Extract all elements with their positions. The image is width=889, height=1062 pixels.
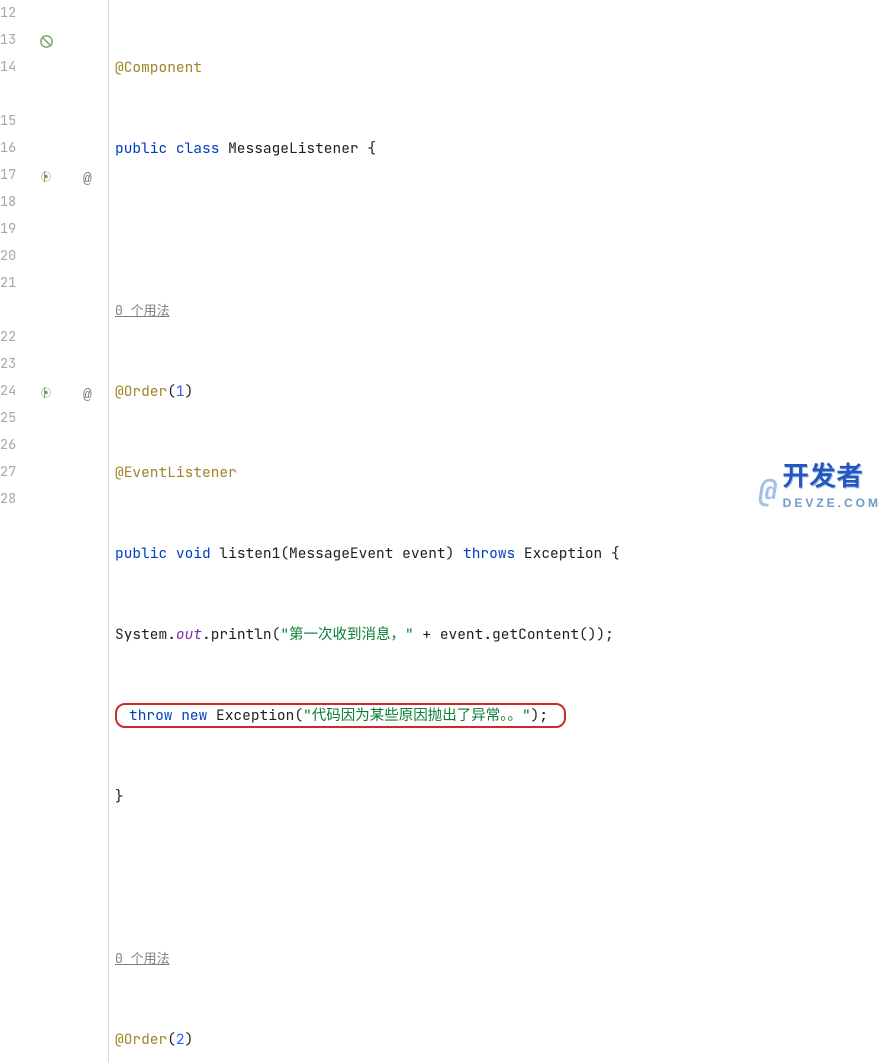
- line-number: 26: [0, 432, 29, 459]
- line-number: 25: [0, 405, 29, 432]
- code-line-20[interactable]: }: [115, 783, 889, 810]
- code-line-15[interactable]: @Order(1): [115, 378, 889, 405]
- watermark: @ 开发者 DEVZE.COM: [759, 463, 881, 517]
- line-number: 28: [0, 486, 29, 513]
- line-number: 18: [0, 189, 29, 216]
- code-line-12[interactable]: @Component: [115, 54, 889, 81]
- usage-hint[interactable]: 0 个用法: [115, 945, 889, 972]
- line-number: [0, 81, 29, 108]
- code-line-13[interactable]: public class MessageListener {: [115, 135, 889, 162]
- svg-text:⦿: ⦿: [40, 386, 50, 400]
- code-line-21[interactable]: [115, 864, 889, 891]
- code-line-22[interactable]: @Order(2): [115, 1026, 889, 1053]
- watermark-at-icon: @: [759, 477, 777, 504]
- line-number: 23: [0, 351, 29, 378]
- error-highlight-box: throw new Exception("代码因为某些原因抛出了异常。。");: [115, 703, 566, 728]
- listener-icon[interactable]: ⦿: [37, 383, 55, 401]
- usage-hint[interactable]: 0 个用法: [115, 297, 889, 324]
- code-line-17[interactable]: public void listen1(MessageEvent event) …: [115, 540, 889, 567]
- code-area[interactable]: @Component public class MessageListener …: [109, 0, 889, 1062]
- line-number: 13: [0, 27, 29, 54]
- line-number: 17: [0, 162, 29, 189]
- line-number: 20: [0, 243, 29, 270]
- line-number: [0, 297, 29, 324]
- line-number: 12: [0, 0, 29, 27]
- line-number: 22: [0, 324, 29, 351]
- annotation: @Component: [115, 54, 202, 81]
- annotation-icon[interactable]: @: [83, 167, 92, 194]
- watermark-text: 开发者 DEVZE.COM: [783, 463, 881, 517]
- recursive-call-icon[interactable]: [37, 32, 55, 50]
- code-editor: 12 13 14 15 16 17 18 19 20 21 22 23 24 2…: [0, 0, 889, 1062]
- svg-text:⦿: ⦿: [40, 170, 50, 184]
- line-number: 14: [0, 54, 29, 81]
- annotation-icon[interactable]: @: [83, 383, 92, 410]
- line-number: 15: [0, 108, 29, 135]
- gutter-icon-area: ⦿ @ ⦿ @: [33, 0, 109, 1062]
- line-number: 16: [0, 135, 29, 162]
- line-number-gutter: 12 13 14 15 16 17 18 19 20 21 22 23 24 2…: [0, 0, 33, 1062]
- code-line-14[interactable]: [115, 216, 889, 243]
- line-number: 21: [0, 270, 29, 297]
- line-number: 27: [0, 459, 29, 486]
- listener-icon[interactable]: ⦿: [37, 167, 55, 185]
- code-line-19[interactable]: throw new Exception("代码因为某些原因抛出了异常。。");: [115, 702, 889, 729]
- code-line-18[interactable]: System.out.println("第一次收到消息，" + event.ge…: [115, 621, 889, 648]
- line-number: 24: [0, 378, 29, 405]
- line-number: 19: [0, 216, 29, 243]
